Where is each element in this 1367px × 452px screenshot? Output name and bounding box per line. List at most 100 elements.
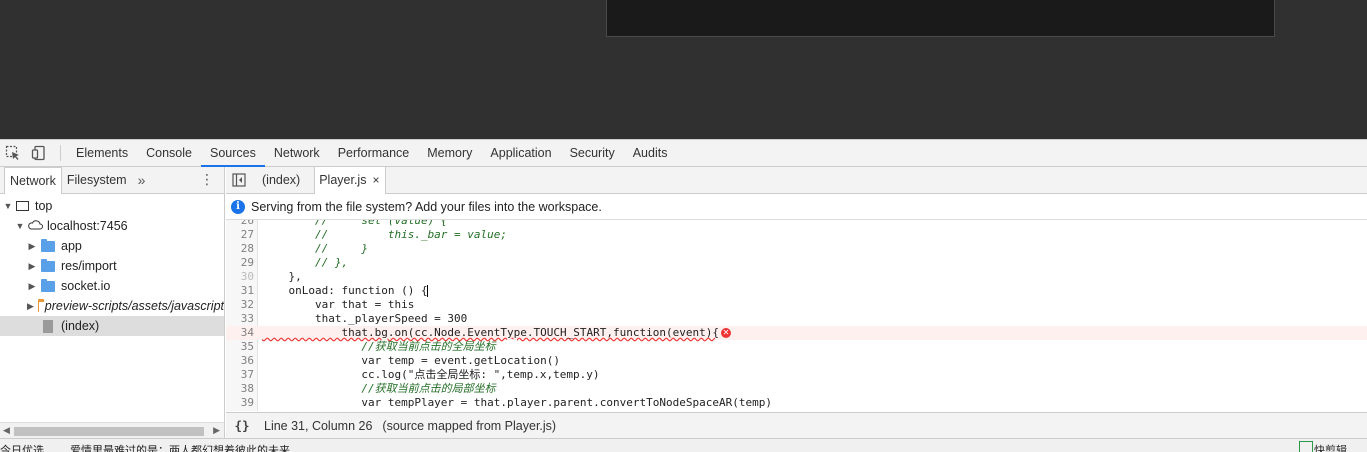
toggle-navigator-icon[interactable] — [226, 167, 252, 193]
code-text: // this._bar = value; — [262, 228, 508, 241]
editor-tab-index[interactable]: (index) — [252, 167, 310, 193]
cursor-position: Line 31, Column 26 — [264, 418, 373, 433]
tab-audits[interactable]: Audits — [624, 140, 677, 167]
code-line: 37 cc.log("点击全局坐标: ",temp.x,temp.y) — [226, 368, 1367, 382]
tab-sources[interactable]: Sources — [200, 140, 265, 167]
tab-application[interactable]: Application — [481, 140, 560, 167]
tree-item-index[interactable]: (index) — [0, 316, 224, 336]
tree-item-res-import[interactable]: ▶ res/import — [0, 256, 224, 276]
code-text: that._playerSpeed = 300 — [262, 312, 468, 325]
line-number: 38 — [240, 382, 254, 395]
workspace-infobar: i Serving from the file system? Add your… — [226, 194, 1367, 220]
frame-icon — [16, 201, 29, 211]
folder-icon — [41, 258, 55, 272]
editor-tab-player-js[interactable]: Player.js × — [314, 166, 387, 194]
navigator-tab-network[interactable]: Network — [4, 166, 62, 194]
navigator-tab-filesystem[interactable]: Filesystem — [62, 167, 132, 193]
tree-item-preview-scripts[interactable]: ▶ preview-scripts/assets/javascript — [0, 296, 224, 316]
collapsed-arrow-icon[interactable]: ▶ — [27, 301, 34, 312]
line-number: 27 — [240, 228, 254, 241]
devtools-main-tabs: Elements Console Sources Network Perform… — [0, 139, 1367, 167]
cloud-icon — [27, 219, 43, 233]
tree-item-socket-io[interactable]: ▶ socket.io — [0, 276, 224, 296]
tree-item-label: (index) — [61, 319, 100, 333]
code-text: cc.log("点击全局坐标: ",temp.x,temp.y) — [262, 368, 600, 381]
infobar-message: Serving from the file system? Add your f… — [251, 199, 602, 214]
code-line-error: 34 that.bg.on(cc.Node.EventType.TOUCH_ST… — [226, 326, 1367, 340]
tab-elements[interactable]: Elements — [67, 140, 137, 167]
line-number: 34 — [240, 326, 254, 339]
tab-memory[interactable]: Memory — [418, 140, 481, 167]
line-number: 29 — [240, 256, 254, 269]
error-icon[interactable]: ✕ — [720, 328, 731, 338]
close-icon[interactable]: × — [372, 173, 379, 187]
scroll-left-icon[interactable]: ◀ — [3, 425, 10, 436]
tree-item-label: res/import — [61, 259, 117, 273]
more-tabs-icon[interactable]: » — [138, 172, 146, 188]
code-text: // } — [262, 242, 368, 255]
code-line: 32 var that = this — [226, 298, 1367, 312]
source-editor: (index) Player.js × i Serving from the fi… — [226, 166, 1367, 438]
device-toolbar-icon[interactable] — [26, 140, 52, 166]
navigator-horizontal-scrollbar[interactable]: ◀ ▶ — [0, 422, 224, 438]
page-viewport — [0, 0, 1367, 139]
tab-performance[interactable]: Performance — [329, 140, 419, 167]
editor-tabs: (index) Player.js × — [226, 166, 1367, 194]
scrollbar-thumb[interactable] — [14, 427, 204, 436]
inspect-element-icon[interactable] — [0, 140, 26, 166]
pretty-print-button[interactable]: {} — [226, 418, 258, 433]
code-line: 36 var temp = event.getLocation() — [226, 354, 1367, 368]
editor-status-bar: {} Line 31, Column 26 (source mapped fro… — [226, 412, 1367, 438]
collapsed-arrow-icon[interactable]: ▶ — [27, 281, 37, 292]
code-line: 35 //获取当前点击的全局坐标 — [226, 340, 1367, 354]
collapsed-arrow-icon[interactable]: ▶ — [27, 241, 37, 252]
code-text: var that = this — [262, 298, 415, 311]
line-number: 26 — [240, 220, 254, 227]
taskbar-news-text[interactable]: 爱情里最难过的是：两人都幻想着彼此的未来 — [70, 442, 290, 452]
tree-item-top[interactable]: ▼ top — [0, 196, 224, 216]
taskbar-right-text[interactable]: 快剪辑 — [1314, 442, 1347, 452]
line-number: 28 — [240, 242, 254, 255]
taskbar-left-text[interactable]: 今日优选 — [0, 442, 44, 452]
tree-item-label: localhost:7456 — [47, 219, 128, 233]
code-line: 39 var tempPlayer = that.player.parent.c… — [226, 396, 1367, 410]
scroll-right-icon[interactable]: ▶ — [213, 425, 220, 436]
code-line: 29 // }, — [226, 256, 1367, 270]
code-area[interactable]: 26 // set (value) { 27 // this._bar = va… — [226, 220, 1367, 411]
tab-security[interactable]: Security — [561, 140, 624, 167]
clip-app-icon[interactable] — [1299, 441, 1313, 452]
game-canvas[interactable] — [606, 0, 1275, 37]
code-text: onLoad: function () { — [262, 284, 428, 297]
line-number: 36 — [240, 354, 254, 367]
code-text: var temp = event.getLocation() — [262, 354, 561, 367]
line-number: 33 — [240, 312, 254, 325]
collapsed-arrow-icon[interactable]: ▶ — [27, 261, 37, 272]
code-text: // }, — [262, 256, 349, 269]
line-number: 32 — [240, 298, 254, 311]
code-text: //获取当前点击的局部坐标 — [262, 382, 496, 395]
code-text: //获取当前点击的全局坐标 — [262, 340, 496, 353]
kebab-menu-icon[interactable]: ⋮ — [200, 171, 214, 188]
code-text: that.bg.on(cc.Node.EventType.TOUCH_START… — [262, 326, 731, 339]
tab-console[interactable]: Console — [137, 140, 201, 167]
line-number: 39 — [240, 396, 254, 409]
code-line: 31 onLoad: function () { — [226, 284, 1367, 298]
tree-item-localhost[interactable]: ▼ localhost:7456 — [0, 216, 224, 236]
tab-network[interactable]: Network — [265, 140, 329, 167]
sources-navigator: Network Filesystem » ⋮ ▼ top ▼ localhost… — [0, 166, 225, 438]
taskbar-strip: 今日优选 爱情里最难过的是：两人都幻想着彼此的未来 快剪辑 — [0, 438, 1367, 452]
file-icon — [43, 319, 53, 333]
tree-item-label: preview-scripts/assets/javascript — [44, 299, 224, 313]
expanded-arrow-icon[interactable]: ▼ — [15, 221, 25, 231]
code-line: 30 }, — [226, 270, 1367, 284]
tree-item-app[interactable]: ▶ app — [0, 236, 224, 256]
line-number: 37 — [240, 368, 254, 381]
source-map-info[interactable]: (source mapped from Player.js) — [382, 419, 556, 433]
tree-item-label: socket.io — [61, 279, 111, 293]
line-number: 30 — [240, 270, 254, 283]
code-line: 38 //获取当前点击的局部坐标 — [226, 382, 1367, 396]
editor-tab-label: Player.js — [319, 172, 367, 187]
text-cursor — [426, 285, 428, 297]
expanded-arrow-icon[interactable]: ▼ — [3, 201, 13, 211]
tree-item-label: top — [35, 199, 53, 213]
